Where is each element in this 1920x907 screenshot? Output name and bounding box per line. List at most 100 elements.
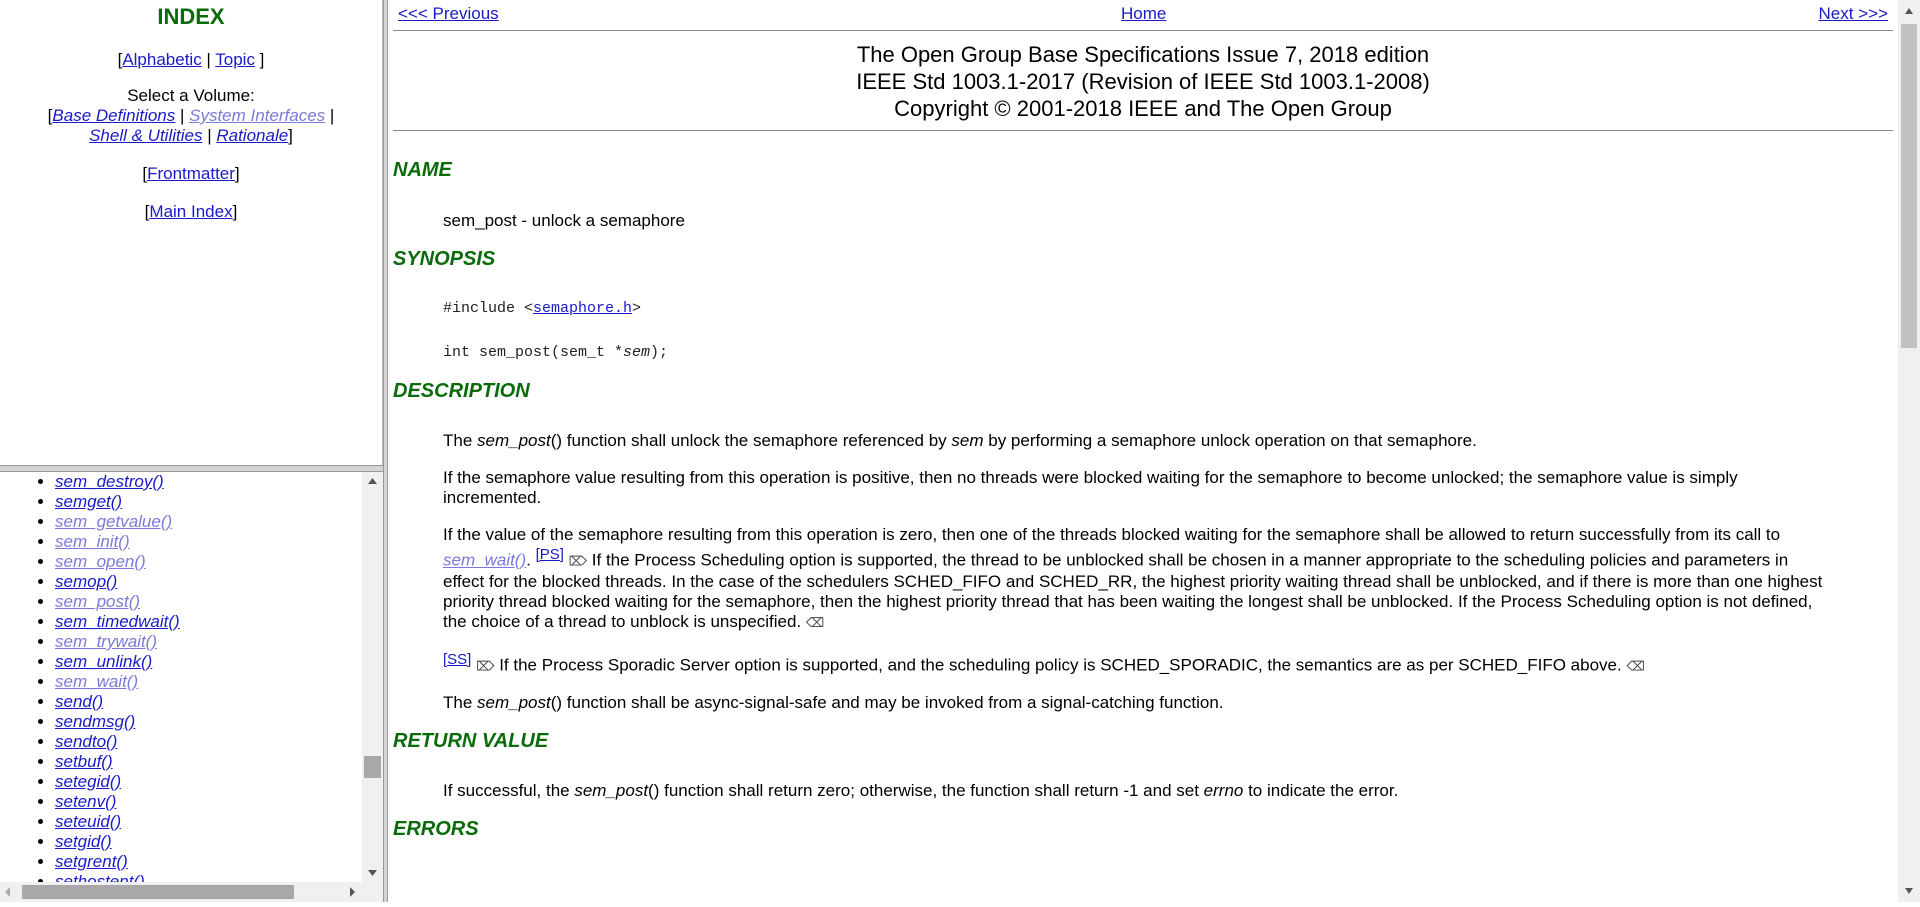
top-divider: [393, 30, 1893, 31]
function-link[interactable]: setbuf(): [55, 752, 113, 771]
banner-line-2: IEEE Std 1003.1-2017 (Revision of IEEE S…: [856, 69, 1430, 94]
scroll-down-arrow-icon: [368, 870, 377, 876]
section-heading-errors: ERRORS: [393, 818, 479, 841]
function-link[interactable]: sem_trywait(): [55, 632, 157, 651]
function-link[interactable]: sendto(): [55, 732, 117, 751]
function-list-hscroll-thumb[interactable]: [22, 885, 294, 899]
index-title: INDEX: [157, 4, 225, 29]
main-index-link[interactable]: Main Index: [149, 202, 232, 221]
function-list-vertical-scrollbar[interactable]: [362, 472, 383, 882]
p4-text: If the Process Sporadic Server option is…: [494, 655, 1622, 675]
description-p2: If the semaphore value resulting from th…: [443, 468, 1738, 507]
list-item: sem_init(): [55, 532, 362, 552]
main-index-row: [Main Index]: [144, 202, 238, 221]
function-link[interactable]: sem_unlink(): [55, 652, 152, 671]
proto-arg: sem: [623, 344, 651, 361]
volume-selector: Select a Volume: [Base Definitions | Sys…: [0, 86, 382, 146]
content-scroll-thumb[interactable]: [1901, 24, 1917, 348]
frame-divider-horizontal[interactable]: [0, 465, 383, 472]
function-link[interactable]: send(): [55, 692, 103, 711]
section-heading-name: NAME: [393, 159, 452, 181]
list-item: sethostent(): [55, 872, 362, 882]
function-link[interactable]: sem_init(): [55, 532, 130, 551]
rationale-link[interactable]: Rationale: [216, 126, 288, 145]
list-item: setgrent(): [55, 852, 362, 872]
index-type-links: [Alphabetic | Topic ]: [117, 50, 265, 69]
include-prefix: #include <: [443, 300, 534, 317]
scroll-arrows: [368, 478, 377, 876]
function-link[interactable]: sendmsg(): [55, 712, 135, 731]
scroll-right-arrow-icon: [350, 887, 355, 897]
alphabetic-link[interactable]: Alphabetic: [122, 50, 201, 69]
topic-link[interactable]: Topic: [215, 50, 255, 69]
p1-b: () function shall unlock the semaphore r…: [550, 431, 952, 450]
p1-func: sem_post: [477, 431, 551, 450]
list-item: sem_open(): [55, 552, 362, 572]
function-link[interactable]: semop(): [55, 572, 117, 591]
semaphore-h-link[interactable]: semaphore.h: [533, 300, 632, 317]
section-heading-description: DESCRIPTION: [393, 380, 530, 402]
option-start-icon: ⌦: [476, 658, 495, 674]
function-link[interactable]: semget(): [55, 492, 122, 511]
function-link[interactable]: sem_post(): [55, 592, 140, 611]
p1-arg: sem: [951, 431, 984, 450]
function-link[interactable]: sem_getvalue(): [55, 512, 172, 531]
next-link[interactable]: Next >>>: [1819, 4, 1888, 24]
list-item: sem_timedwait(): [55, 612, 362, 632]
frontmatter-link[interactable]: Frontmatter: [147, 164, 235, 183]
p5-func: sem_post: [477, 693, 551, 713]
ps-option-link[interactable]: [PS]: [536, 546, 564, 563]
content-scroll-down-arrow-icon: [1905, 888, 1913, 894]
section-heading-return-value: RETURN VALUE: [393, 730, 549, 753]
shell-utilities-link[interactable]: Shell & Utilities: [89, 126, 202, 145]
p3-c: If the Process Scheduling option is supp…: [443, 550, 1823, 631]
system-interfaces-link[interactable]: System Interfaces: [189, 106, 325, 125]
content-vertical-scrollbar[interactable]: [1898, 0, 1920, 902]
name-text: sem_post - unlock a semaphore: [443, 211, 685, 230]
sem-wait-link[interactable]: sem_wait(): [443, 551, 526, 570]
function-link[interactable]: setgid(): [55, 832, 112, 851]
p1-c: by performing a semaphore unlock operati…: [983, 431, 1477, 450]
function-link[interactable]: sem_timedwait(): [55, 612, 180, 631]
proto-suffix: );: [650, 344, 669, 361]
description-section: The sem_post() function shall unlock the…: [443, 431, 1828, 713]
base-definitions-link[interactable]: Base Definitions: [52, 106, 175, 125]
list-item: semget(): [55, 492, 362, 512]
function-list-horizontal-scrollbar[interactable]: [0, 882, 362, 902]
rv-func: sem_post: [574, 781, 649, 801]
scroll-up-arrow-icon: [368, 478, 377, 484]
list-item: setegid(): [55, 772, 362, 792]
content-frame: <<< Previous Home Next >>> The Open Grou…: [388, 0, 1898, 902]
p5-b: () function shall be async-signal-safe a…: [550, 693, 1224, 713]
ss-option-link[interactable]: [SS]: [443, 651, 471, 668]
previous-link[interactable]: <<< Previous: [398, 4, 499, 24]
rv-errno: errno: [1203, 781, 1244, 801]
function-link[interactable]: sethostent(): [55, 872, 145, 882]
list-item: setgid(): [55, 832, 362, 852]
function-link[interactable]: sem_destroy(): [55, 472, 164, 491]
list-item: sem_destroy(): [55, 472, 362, 492]
description-p5: The sem_post() function shall be async-s…: [443, 693, 1828, 713]
p3-b: .: [526, 550, 536, 570]
rv-b: () function shall return zero; otherwise…: [648, 781, 1204, 801]
list-item: sem_wait(): [55, 672, 362, 692]
function-link[interactable]: setenv(): [55, 792, 116, 811]
function-link[interactable]: seteuid(): [55, 812, 121, 831]
function-list: sem_destroy()semget()sem_getvalue()sem_i…: [0, 472, 362, 882]
list-item: setbuf(): [55, 752, 362, 772]
list-item: sem_trywait(): [55, 632, 362, 652]
spec-banner: The Open Group Base Specifications Issue…: [388, 41, 1898, 122]
list-item: semop(): [55, 572, 362, 592]
synopsis-prototype: int sem_post(sem_t *sem);: [443, 343, 1828, 363]
banner-line-1: The Open Group Base Specifications Issue…: [856, 42, 1430, 67]
function-list-scroll-thumb[interactable]: [364, 756, 381, 778]
list-item: send(): [55, 692, 362, 712]
function-link[interactable]: sem_wait(): [55, 672, 138, 691]
p1-a: The: [443, 431, 478, 450]
home-link[interactable]: Home: [1121, 4, 1166, 24]
list-item: sem_post(): [55, 592, 362, 612]
function-link[interactable]: sem_open(): [55, 552, 146, 571]
function-link[interactable]: setegid(): [55, 772, 121, 791]
banner-line-3: Copyright © 2001-2018 IEEE and The Open …: [894, 96, 1392, 121]
function-link[interactable]: setgrent(): [55, 852, 128, 871]
